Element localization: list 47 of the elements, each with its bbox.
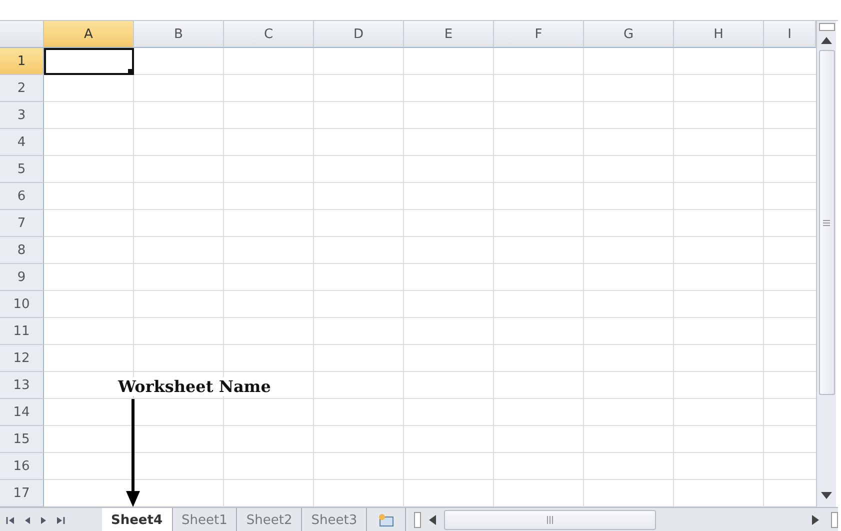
row-header[interactable]: 2: [0, 75, 44, 102]
scroll-thumb[interactable]: [818, 50, 834, 395]
column-header[interactable]: E: [404, 21, 494, 48]
vertical-scrollbar[interactable]: [816, 21, 836, 507]
scroll-up-icon[interactable]: [821, 37, 832, 44]
annotation-label: Worksheet Name: [116, 377, 273, 396]
next-sheet-icon[interactable]: [40, 516, 47, 524]
row-header[interactable]: 10: [0, 291, 44, 318]
row-header[interactable]: 1: [0, 48, 44, 75]
row-header[interactable]: 15: [0, 426, 44, 453]
column-header[interactable]: A: [44, 21, 134, 48]
row-header[interactable]: 4: [0, 129, 44, 156]
row-header[interactable]: 3: [0, 102, 44, 129]
row-header[interactable]: 14: [0, 399, 44, 426]
row-header[interactable]: 17: [0, 480, 44, 507]
first-sheet-icon[interactable]: [6, 516, 15, 524]
row-header[interactable]: 16: [0, 453, 44, 480]
split-handle[interactable]: [818, 23, 834, 31]
previous-sheet-icon[interactable]: [24, 516, 31, 524]
row-header[interactable]: 12: [0, 345, 44, 372]
row-header[interactable]: 11: [0, 318, 44, 345]
split-handle[interactable]: [414, 512, 422, 528]
column-header[interactable]: B: [134, 21, 224, 48]
active-cell[interactable]: [44, 48, 134, 75]
row-header[interactable]: 9: [0, 264, 44, 291]
last-sheet-icon[interactable]: [56, 516, 65, 524]
column-header[interactable]: F: [494, 21, 584, 48]
row-header[interactable]: 5: [0, 156, 44, 183]
column-header[interactable]: D: [314, 21, 404, 48]
column-header[interactable]: G: [584, 21, 674, 48]
row-header[interactable]: 6: [0, 183, 44, 210]
horizontal-scrollbar[interactable]: [427, 508, 838, 531]
row-header[interactable]: 13: [0, 372, 44, 399]
split-handle[interactable]: [831, 512, 838, 528]
scroll-right-icon[interactable]: [812, 515, 819, 525]
column-header[interactable]: H: [674, 21, 764, 48]
scroll-thumb[interactable]: [444, 510, 656, 530]
row-header[interactable]: 7: [0, 210, 44, 237]
insert-sheet-icon: [377, 513, 396, 527]
sheet-tab[interactable]: Sheet4: [102, 508, 173, 531]
row-header[interactable]: 8: [0, 237, 44, 264]
grip-icon: [823, 220, 830, 226]
column-header[interactable]: I: [764, 21, 816, 48]
scroll-left-icon[interactable]: [429, 515, 436, 525]
column-header[interactable]: C: [224, 21, 314, 48]
grip-icon: [547, 516, 554, 524]
scroll-down-icon[interactable]: [821, 492, 832, 499]
